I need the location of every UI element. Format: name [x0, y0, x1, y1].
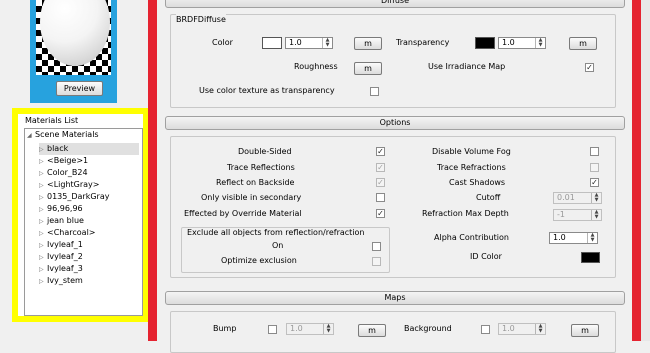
bump-map-button[interactable]: m: [358, 324, 386, 337]
transparency-swatch[interactable]: [475, 37, 495, 49]
double-sided-checkbox[interactable]: ✓: [376, 147, 385, 156]
section-maps-header[interactable]: Maps: [165, 291, 625, 305]
materials-tree[interactable]: ◢ Scene Materials ▷ black ▷ <Beige>1 ▷ Color…: [24, 128, 143, 316]
scroll-gutter: [641, 0, 650, 341]
color-label: Color: [212, 38, 233, 47]
trace-refractions-label: Trace Refractions: [437, 163, 506, 172]
exclude-on-label: On: [272, 241, 284, 250]
spinner-arrows-icon: ▲ ▼: [535, 324, 545, 334]
material-item[interactable]: ▷ <Beige>1: [39, 155, 139, 167]
highlight-border-right: [632, 0, 641, 341]
reflect-backside-checkbox[interactable]: ✓: [376, 178, 385, 187]
material-label: <Beige>1: [47, 156, 89, 165]
use-irradiance-map-checkbox[interactable]: ✓: [585, 63, 594, 72]
material-label: Ivyleaf_1: [47, 240, 83, 249]
use-color-texture-checkbox[interactable]: [370, 87, 379, 96]
exclude-title: Exclude all objects from reflection/refr…: [187, 228, 365, 237]
exclude-on-checkbox[interactable]: [372, 242, 381, 251]
color-map-button[interactable]: m: [354, 37, 382, 50]
material-label: Ivy_stem: [47, 276, 83, 285]
bump-spinner[interactable]: 1.0 ▲ ▼: [286, 323, 334, 335]
optimize-exclusion-label: Optimize exclusion: [221, 256, 297, 265]
trace-reflections-checkbox[interactable]: ✓: [376, 163, 385, 172]
transparency-label: Transparency: [396, 38, 450, 47]
material-item[interactable]: ▷ 96,96,96: [39, 203, 139, 215]
background-label: Background: [404, 324, 452, 333]
spinner-arrows-icon: ▲ ▼: [591, 210, 601, 220]
material-item[interactable]: ▷ Ivyleaf_3: [39, 263, 139, 275]
preview-button[interactable]: Preview: [56, 81, 103, 96]
material-label: Color_B24: [47, 168, 88, 177]
background-spinner[interactable]: 1.0 ▲ ▼: [498, 323, 546, 335]
alpha-contribution-spinner[interactable]: 1.0 ▲ ▼: [549, 232, 598, 244]
optimize-exclusion-checkbox[interactable]: [372, 257, 381, 266]
materials-list-title: Materials List: [25, 116, 79, 125]
material-item[interactable]: ▷ <Charcoal>: [39, 227, 139, 239]
roughness-map-button[interactable]: m: [354, 62, 382, 75]
use-irradiance-map-label: Use Irradiance Map: [428, 62, 506, 71]
material-label: black: [47, 144, 69, 153]
material-item[interactable]: ▷ jean blue: [39, 215, 139, 227]
maps-group: [170, 311, 616, 353]
background-checkbox[interactable]: [481, 325, 490, 334]
section-options-header[interactable]: Options: [165, 116, 625, 130]
material-label: <Charcoal>: [47, 228, 96, 237]
cast-shadows-checkbox[interactable]: ✓: [590, 178, 599, 187]
material-item[interactable]: ▷ black: [39, 143, 139, 155]
spinner-arrows-icon: ▲ ▼: [535, 38, 545, 48]
only-visible-secondary-checkbox[interactable]: [376, 193, 385, 202]
bump-label: Bump: [213, 324, 237, 333]
use-color-texture-label: Use color texture as transparency: [199, 86, 335, 95]
material-item[interactable]: ▷ Color_B24: [39, 167, 139, 179]
double-sided-label: Double-Sided: [238, 147, 292, 156]
expand-triangle-icon[interactable]: ◢: [27, 132, 35, 139]
cutoff-label: Cutoff: [476, 193, 501, 202]
material-label: Ivyleaf_2: [47, 252, 83, 261]
collapse-triangle-icon[interactable]: ▷: [39, 276, 47, 288]
tree-root-scene-materials[interactable]: ◢ Scene Materials: [27, 130, 99, 139]
material-item[interactable]: ▷ Ivyleaf_1: [39, 239, 139, 251]
material-label: Ivyleaf_3: [47, 264, 83, 273]
color-swatch[interactable]: [262, 37, 282, 49]
trace-reflections-label: Trace Reflections: [227, 163, 295, 172]
trace-refractions-checkbox[interactable]: [590, 163, 599, 172]
alpha-contribution-label: Alpha Contribution: [434, 233, 509, 242]
refraction-max-depth-spinner[interactable]: -1 ▲ ▼: [553, 209, 602, 221]
id-color-swatch[interactable]: [581, 252, 600, 263]
spinner-arrows-icon: ▲ ▼: [322, 38, 332, 48]
disable-volume-fog-checkbox[interactable]: [590, 147, 599, 156]
roughness-label: Roughness: [294, 62, 338, 71]
material-preview-image: [36, 0, 111, 75]
transparency-spinner[interactable]: 1.0 ▲ ▼: [498, 37, 546, 49]
material-label: jean blue: [47, 216, 84, 225]
spinner-arrows-icon: ▲ ▼: [323, 324, 333, 334]
disable-volume-fog-label: Disable Volume Fog: [432, 147, 511, 156]
material-item[interactable]: ▷ 0135_DarkGray: [39, 191, 139, 203]
highlight-border-left: [148, 0, 157, 341]
refraction-max-depth-label: Refraction Max Depth: [422, 209, 509, 218]
background-map-button[interactable]: m: [571, 324, 599, 337]
material-item[interactable]: ▷ Ivy_stem: [39, 275, 139, 287]
material-label: 0135_DarkGray: [47, 192, 110, 201]
material-label: 96,96,96: [47, 204, 83, 213]
cast-shadows-label: Cast Shadows: [449, 178, 506, 187]
transparency-map-button[interactable]: m: [569, 37, 597, 50]
bump-checkbox[interactable]: [268, 325, 277, 334]
cutoff-spinner[interactable]: 0.01 ▲ ▼: [553, 192, 602, 204]
material-item[interactable]: ▷ Ivyleaf_2: [39, 251, 139, 263]
id-color-label: ID Color: [470, 252, 502, 261]
material-label: <LightGray>: [47, 180, 100, 189]
effected-override-checkbox[interactable]: ✓: [376, 209, 385, 218]
tree-root-label: Scene Materials: [35, 130, 99, 139]
reflect-backside-label: Reflect on Backside: [216, 178, 295, 187]
spinner-arrows-icon: ▲ ▼: [591, 193, 601, 203]
effected-override-label: Effected by Override Material: [184, 209, 302, 218]
section-diffuse-header[interactable]: Diffuse: [165, 0, 625, 8]
material-item[interactable]: ▷ <LightGray>: [39, 179, 139, 191]
spinner-arrows-icon: ▲ ▼: [587, 233, 597, 243]
color-multiplier-spinner[interactable]: 1.0 ▲ ▼: [285, 37, 333, 49]
brdf-diffuse-title: BRDFDiffuse: [176, 14, 226, 26]
only-visible-secondary-label: Only visible in secondary: [201, 193, 302, 202]
